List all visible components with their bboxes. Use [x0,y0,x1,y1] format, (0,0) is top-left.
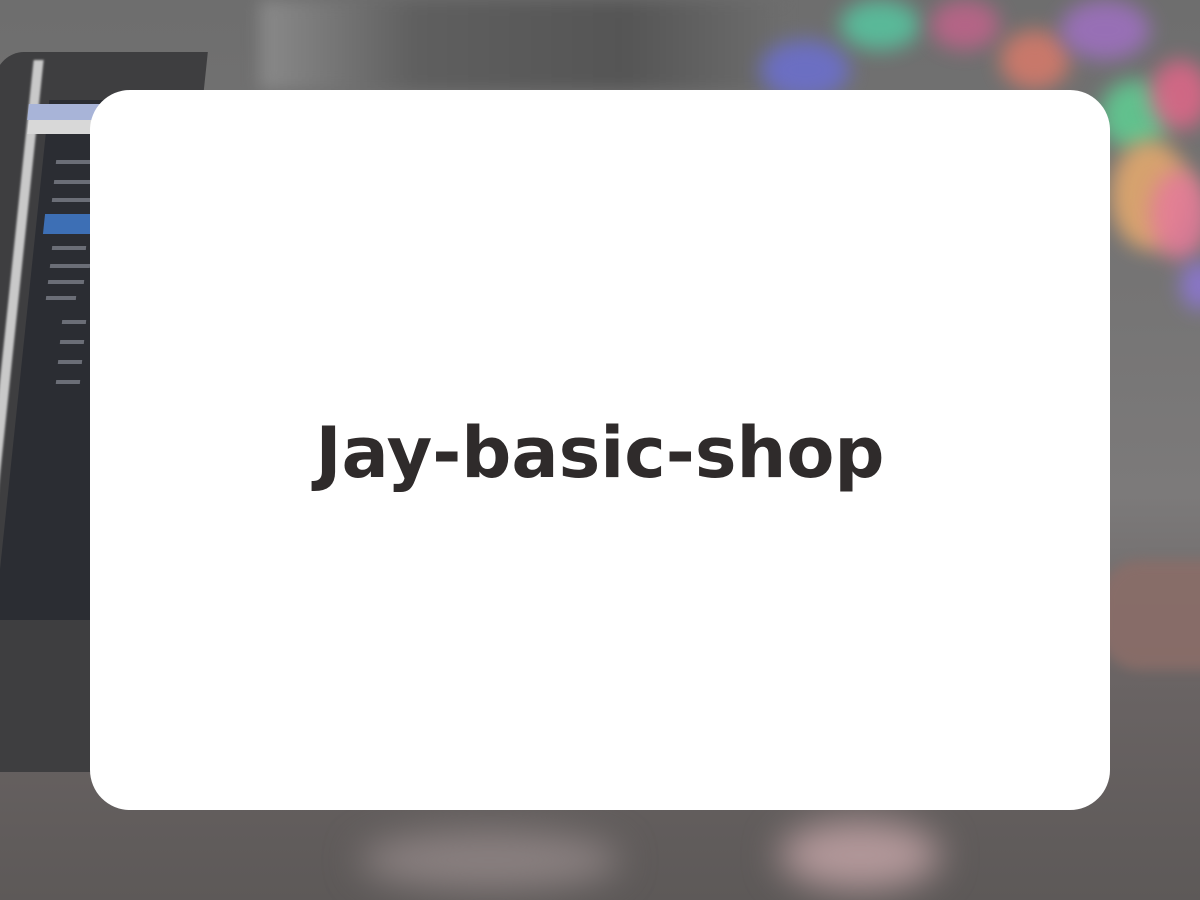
laptop-screen-line [45,296,77,300]
laptop-screen-line [51,246,87,250]
laptop-screen-line [55,380,81,384]
laptop-screen-line [49,264,91,268]
laptop-screen-line [61,320,87,324]
bokeh-light [840,0,920,50]
bokeh-light [1060,0,1150,60]
page-title: Jay-basic-shop [315,412,885,494]
background-monitor [260,0,780,90]
bokeh-light [930,0,1000,50]
laptop-screen-line [57,360,83,364]
bokeh-light [1000,30,1070,90]
laptop-screen-line [51,198,93,202]
bokeh-light [1180,260,1200,310]
title-card: Jay-basic-shop [90,90,1110,810]
bottom-glow [780,820,940,890]
laptop-screen-line [59,340,85,344]
bottom-glow [360,830,620,890]
hand-image [1100,560,1200,670]
laptop-screen-line [47,280,85,284]
